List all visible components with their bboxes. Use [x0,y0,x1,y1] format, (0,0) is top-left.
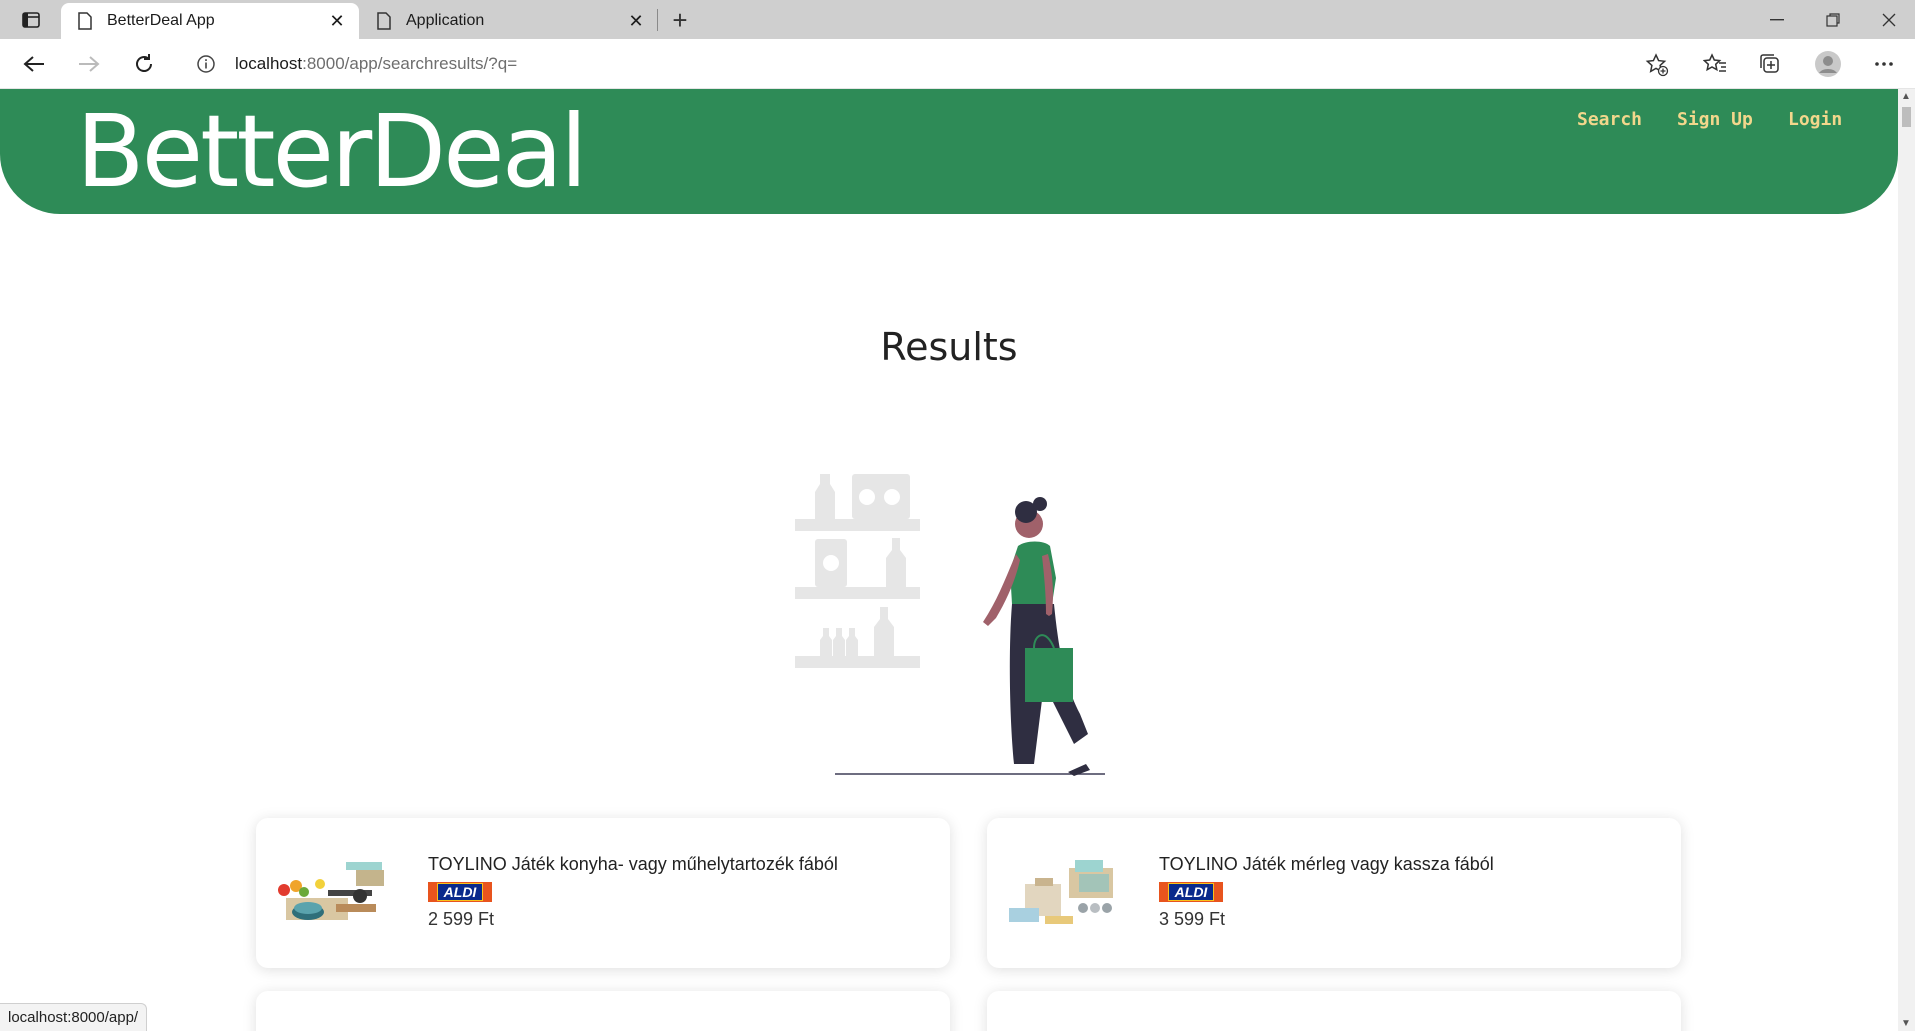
product-price: 2 599 Ft [428,909,495,929]
tab-application[interactable]: Application ✕ [360,3,658,39]
store-logo-aldi: ALDI [428,882,492,902]
nav-sign-up[interactable]: Sign Up [1677,109,1753,130]
product-name[interactable]: TOYLINO Játék mérleg vagy kassza fából [1159,854,1494,875]
favorites-icon[interactable] [1697,46,1733,82]
new-tab-button[interactable]: + [664,5,696,35]
page-title: Results [880,325,1018,369]
document-icon [374,10,394,32]
store-label: ALDI [1167,883,1215,901]
info-icon[interactable] [194,52,218,76]
document-icon [75,10,95,32]
restore-button[interactable] [1805,0,1861,39]
refresh-button[interactable] [126,46,162,82]
product-image [999,850,1129,936]
scroll-down-icon[interactable]: ▼ [1901,1018,1911,1029]
close-window-button[interactable] [1861,0,1915,39]
nav-search[interactable]: Search [1577,109,1642,130]
url-text[interactable]: localhost:8000/app/searchresults/?q= [235,54,517,74]
tab-label: Application [406,12,485,29]
collections-icon[interactable] [1752,46,1788,82]
link-status-bar: localhost:8000/app/ [0,1003,148,1031]
tab-label: BetterDeal App [107,12,215,29]
forward-button[interactable] [71,46,107,82]
page-viewport: BetterDeal Search Sign Up Login Results [0,89,1898,1031]
brand-logo[interactable]: BetterDeal [76,93,588,210]
scroll-up-icon[interactable]: ▲ [1901,91,1911,102]
minimize-button[interactable] [1749,0,1805,39]
url-path: :8000/app/searchresults/?q= [302,54,518,73]
profile-avatar[interactable] [1810,46,1846,82]
product-card-partial[interactable] [256,991,950,1031]
product-price: 3 599 Ft [1159,909,1226,929]
store-logo-aldi: ALDI [1159,882,1223,902]
product-card-partial[interactable] [987,991,1681,1031]
product-image [268,850,398,936]
close-tab-icon[interactable]: ✕ [622,7,650,35]
nav-login[interactable]: Login [1788,109,1842,130]
browser-toolbar: localhost:8000/app/searchresults/?q= [0,39,1915,89]
add-favorite-icon[interactable] [1644,52,1670,78]
shopping-illustration [790,474,1110,784]
product-name[interactable]: TOYLINO Játék konyha- vagy műhelytartozé… [428,854,838,875]
page-scrollbar[interactable]: ▲ ▼ [1898,89,1915,1031]
url-host: localhost [235,54,303,73]
scroll-thumb[interactable] [1902,107,1911,127]
product-card[interactable]: TOYLINO Játék konyha- vagy műhelytartozé… [256,818,950,968]
tab-betterdeal[interactable]: BetterDeal App ✕ [61,3,359,39]
store-label: ALDI [436,883,484,901]
site-header: BetterDeal Search Sign Up Login [0,89,1898,214]
tab-actions-icon[interactable] [12,6,50,34]
more-options-icon[interactable] [1866,46,1902,82]
browser-tab-bar: BetterDeal App ✕ Application ✕ + [0,0,1915,39]
product-card[interactable]: TOYLINO Játék mérleg vagy kassza fából A… [987,818,1681,968]
tab-separator [657,9,658,31]
address-bar[interactable]: localhost:8000/app/searchresults/?q= [180,44,1680,84]
close-tab-icon[interactable]: ✕ [323,7,351,35]
back-button[interactable] [16,46,52,82]
